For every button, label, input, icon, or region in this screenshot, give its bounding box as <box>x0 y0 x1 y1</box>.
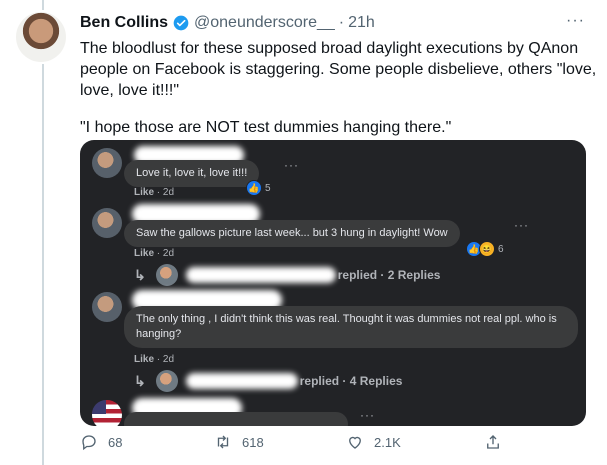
tweet-actions: 68 618 2.1K <box>80 433 520 457</box>
comment-time: 2d <box>162 354 175 365</box>
comment-meta: Like · 2d <box>134 354 174 365</box>
comment-bubble-partial <box>124 412 348 426</box>
reply-arrow-icon: ↳ <box>134 266 146 283</box>
redacted-name <box>185 267 336 283</box>
reaction-summary: 👍 5 <box>246 180 271 196</box>
comment-text: The only thing , I didn't think this was… <box>136 313 557 340</box>
tweet-header: Ben Collins @oneunderscore__ · 21h <box>80 12 375 34</box>
like-count: 2.1K <box>374 434 401 450</box>
like-label: Like <box>134 354 155 365</box>
tweet-text: The bloodlust for these supposed broad d… <box>80 38 600 154</box>
meta-sep: · <box>156 187 161 198</box>
meta-sep: · <box>156 248 161 259</box>
like-reaction-icon: 👍 <box>246 180 262 196</box>
reaction-count: 6 <box>498 243 504 255</box>
commenter-avatar <box>92 148 122 178</box>
comment-text: Love it, love it, love it!!! <box>136 167 248 179</box>
replier-avatar <box>155 370 178 392</box>
comment-meta: Like · 2d <box>134 248 174 259</box>
comment-time: 2d <box>162 187 175 198</box>
comment-text: Saw the gallows picture last week... but… <box>136 227 448 239</box>
comment-bubble: Love it, love it, love it!!! <box>124 160 260 187</box>
heart-icon <box>349 436 361 449</box>
reply-count: 68 <box>108 434 123 450</box>
comment-more-icon: ··· <box>284 158 299 172</box>
retweet-icon <box>217 435 229 449</box>
thread-line-top <box>42 0 44 10</box>
haha-reaction-icon: 😆 <box>479 241 495 257</box>
tweet-time[interactable]: 21h <box>348 14 375 32</box>
meta-sep: · <box>156 354 161 365</box>
comment-more-icon: ··· <box>360 408 375 422</box>
replies-link: replied · 4 Replies <box>299 374 403 388</box>
comment-more-icon: ··· <box>514 218 529 232</box>
commenter-avatar <box>92 400 122 426</box>
comment-time: 2d <box>162 248 175 259</box>
author-handle[interactable]: @oneunderscore__ <box>194 14 335 32</box>
replies-link: replied · 2 Replies <box>337 268 441 282</box>
more-options-icon[interactable]: ··· <box>566 12 585 30</box>
share-button[interactable] <box>484 433 512 451</box>
reaction-summary: 👍 😆 6 <box>466 241 504 257</box>
like-label: Like <box>134 187 155 198</box>
tweet-paragraph-1: The bloodlust for these supposed broad d… <box>80 40 601 99</box>
header-separator: · <box>338 14 345 31</box>
author-avatar[interactable] <box>16 12 66 62</box>
reply-arrow-icon: ↳ <box>134 372 146 389</box>
reaction-count: 5 <box>265 182 271 194</box>
replier-avatar <box>155 264 178 286</box>
redacted-name <box>185 373 298 389</box>
comment-meta: Like · 2d <box>134 187 174 198</box>
replies-row: ↳ replied · 4 Replies <box>134 370 402 392</box>
commenter-avatar <box>92 292 122 322</box>
comment-bubble: Saw the gallows picture last week... but… <box>124 220 460 247</box>
comment-bubble: The only thing , I didn't think this was… <box>124 306 578 348</box>
thread-line <box>42 64 44 465</box>
reply-icon <box>82 435 96 451</box>
like-button[interactable]: 2.1K <box>346 433 401 451</box>
commenter-avatar <box>92 208 122 238</box>
attached-screenshot[interactable]: Love it, love it, love it!!! ··· Like · … <box>80 140 586 426</box>
author-name[interactable]: Ben Collins <box>80 14 168 32</box>
tweet-paragraph-2: "I hope those are NOT test dummies hangi… <box>80 119 452 136</box>
retweet-count: 618 <box>242 434 264 450</box>
replies-row: ↳ replied · 2 Replies <box>134 264 440 286</box>
retweet-button[interactable]: 618 <box>214 433 264 451</box>
reply-button[interactable]: 68 <box>80 433 122 451</box>
verified-badge-icon <box>173 15 189 31</box>
like-label: Like <box>134 248 155 259</box>
share-icon <box>487 435 499 449</box>
